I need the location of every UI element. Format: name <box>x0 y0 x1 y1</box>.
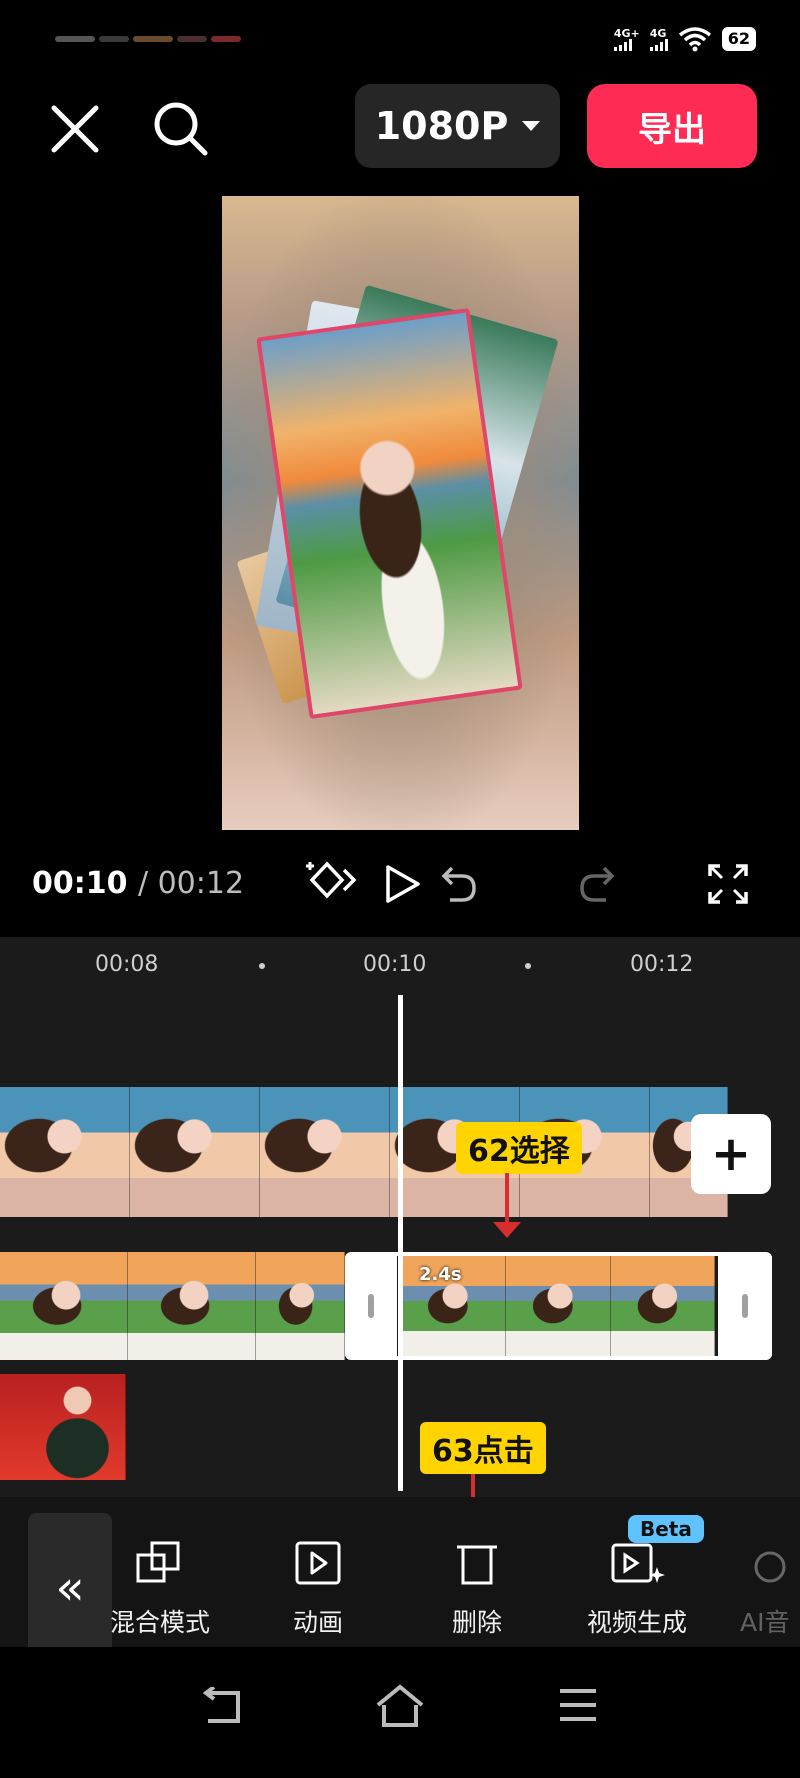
annotation-click: 63点击 <box>420 1422 546 1474</box>
cellular-signal-1: 4G+ <box>613 28 640 51</box>
ruler-dot <box>525 963 531 969</box>
video-preview[interactable] <box>222 196 579 830</box>
animation-icon <box>295 1541 341 1585</box>
total-time: / 00:12 <box>137 866 245 901</box>
blend-mode-icon <box>136 1541 180 1583</box>
cellular-signal-2: 4G <box>649 28 668 51</box>
ruler-label: 00:12 <box>630 952 694 977</box>
close-icon[interactable] <box>50 104 100 154</box>
wifi-icon <box>678 27 711 52</box>
selected-clip[interactable]: 2.4s <box>345 1252 772 1360</box>
menu-icon[interactable] <box>558 1687 598 1723</box>
resolution-value: 1080P <box>374 104 509 148</box>
keyframe-icon[interactable] <box>302 856 360 906</box>
battery-indicator: 62 <box>721 27 756 51</box>
caret-down-icon <box>522 121 541 131</box>
ruler-dot <box>259 963 265 969</box>
current-time: 00:10 <box>32 866 128 901</box>
video-generate-icon <box>611 1543 665 1583</box>
status-bar-right: 4G+ 4G 62 <box>613 24 756 54</box>
ai-sparkle-icon <box>754 1551 786 1583</box>
arrow-down-icon <box>493 1173 521 1238</box>
system-nav-bar <box>0 1647 800 1778</box>
video-track-overlay[interactable] <box>0 1252 345 1360</box>
back-icon[interactable] <box>200 1687 246 1727</box>
double-chevron-left-icon: « <box>55 1560 85 1616</box>
play-icon[interactable] <box>382 864 422 904</box>
tool-blend-mode[interactable]: 混合模式 <box>90 1537 230 1639</box>
ruler-label: 00:10 <box>363 952 427 977</box>
tool-video-generate[interactable]: 视频生成 <box>567 1537 707 1639</box>
clip-duration: 2.4s <box>419 1264 462 1285</box>
undo-icon[interactable] <box>440 862 480 904</box>
home-icon[interactable] <box>374 1683 426 1729</box>
clip-right-handle[interactable] <box>718 1256 772 1356</box>
delete-icon <box>457 1545 497 1585</box>
redo-icon[interactable] <box>576 862 616 904</box>
overlay-clip[interactable] <box>0 1374 126 1480</box>
resolution-dropdown[interactable]: 1080P <box>355 84 560 168</box>
fullscreen-icon[interactable] <box>708 864 748 904</box>
video-track-main[interactable] <box>0 1087 728 1217</box>
search-icon[interactable] <box>152 100 210 158</box>
tool-animation[interactable]: 动画 <box>248 1537 388 1639</box>
add-clip-button[interactable]: + <box>691 1114 771 1194</box>
playhead[interactable] <box>398 995 403 1491</box>
beta-badge: Beta <box>628 1515 704 1543</box>
status-bar-left <box>55 28 255 50</box>
tool-delete[interactable]: 删除 <box>407 1537 547 1639</box>
annotation-select: 62选择 <box>456 1122 582 1174</box>
tool-ai-partial[interactable]: AI音 <box>740 1537 800 1639</box>
ruler-label: 00:08 <box>95 952 159 977</box>
export-button[interactable]: 导出 <box>587 84 757 168</box>
clip-left-handle[interactable] <box>345 1256 397 1356</box>
timecode: 00:10 / 00:12 <box>32 866 244 901</box>
